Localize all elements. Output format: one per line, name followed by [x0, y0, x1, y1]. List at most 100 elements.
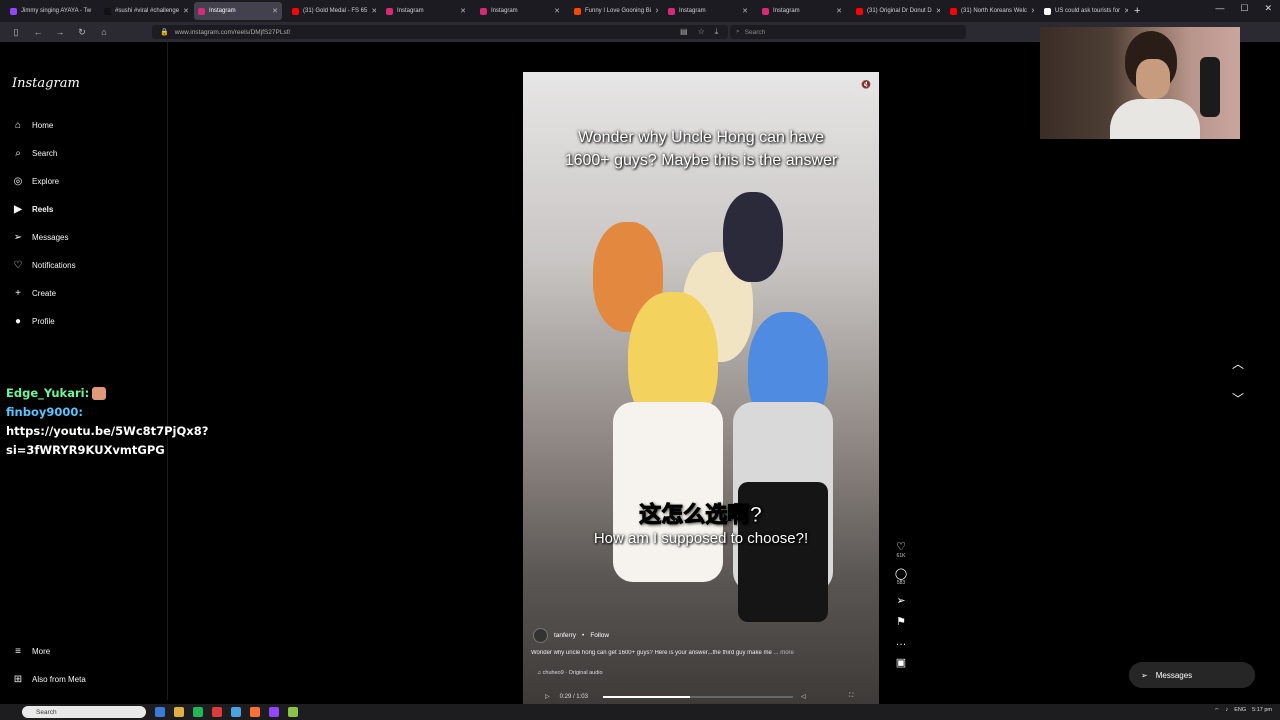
url-bar-actions: ▤ ☆ ⤓: [680, 27, 718, 37]
reader-icon[interactable]: ▤: [680, 27, 688, 37]
taskbar-search[interactable]: Search: [22, 706, 146, 718]
reels-icon: ▶: [14, 204, 22, 215]
video-progress-bar[interactable]: [603, 696, 793, 698]
maximize-icon[interactable]: ☐: [1240, 3, 1248, 14]
tab-title: US could ask tourists for: [1055, 8, 1121, 14]
mute-icon[interactable]: 🔇: [861, 80, 871, 89]
new-tab-icon[interactable]: +: [1134, 5, 1140, 17]
volume-icon[interactable]: ◁: [801, 693, 806, 700]
tab-title: Instagram: [773, 8, 800, 14]
sidebar-item-reels[interactable]: ▶ Reels: [12, 204, 53, 215]
instagram-logo[interactable]: Instagram: [12, 76, 80, 91]
close-tab-icon[interactable]: ✕: [936, 7, 940, 15]
browser-tab[interactable]: Instagram ✕: [664, 2, 752, 20]
close-tab-icon[interactable]: ✕: [371, 7, 376, 15]
sidebar-item-messages[interactable]: ➢ Messages: [12, 232, 69, 243]
file-explorer-icon[interactable]: [174, 707, 184, 717]
app-icon[interactable]: [212, 707, 222, 717]
home-browser-icon[interactable]: ⌂: [98, 27, 110, 37]
twitch-icon[interactable]: [269, 707, 279, 717]
save-action[interactable]: ⚑: [896, 615, 906, 628]
author-username[interactable]: tanferry: [554, 632, 576, 639]
spotify-icon[interactable]: [193, 707, 203, 717]
author-avatar[interactable]: [533, 628, 548, 643]
speaker-icon[interactable]: ♪: [1225, 707, 1228, 714]
more-link[interactable]: ... more: [774, 650, 794, 656]
compass-icon: ◎: [13, 176, 23, 187]
close-tab-icon[interactable]: ✕: [272, 7, 278, 15]
tab-title: Jimmy singing AYAYA - Tw: [21, 8, 92, 14]
browser-tab[interactable]: (31) Original Dr Donut D ✕: [852, 2, 940, 20]
sidebar-item-notifications[interactable]: ♡ Notifications: [12, 260, 76, 271]
play-icon[interactable]: ▷: [545, 693, 550, 700]
close-tab-icon[interactable]: ✕: [554, 7, 560, 15]
close-window-icon[interactable]: ✕: [1264, 3, 1272, 14]
sidebar-toggle-icon[interactable]: ▯: [10, 27, 22, 38]
tab-favicon-icon: [668, 7, 675, 15]
close-tab-icon[interactable]: ✕: [836, 7, 842, 15]
send-icon: ➢: [896, 595, 906, 607]
sidebar-item-create[interactable]: + Create: [12, 288, 56, 299]
close-tab-icon[interactable]: ✕: [655, 7, 658, 15]
emote-icon: [92, 387, 107, 400]
browser-tab[interactable]: Instagram ✕: [758, 2, 846, 20]
app-icon[interactable]: [231, 707, 241, 717]
browser-tab[interactable]: #sushi #viral #challenge ✕: [100, 2, 188, 20]
browser-tab[interactable]: Funny I Love Gooning Bi ✕: [570, 2, 658, 20]
audio-avatar[interactable]: ▣: [896, 656, 906, 669]
tab-favicon-icon: [480, 7, 487, 15]
close-tab-icon[interactable]: ✕: [460, 7, 466, 15]
browser-search-bar[interactable]: ⌕ Search: [730, 25, 966, 39]
sidebar-item-label: Also from Meta: [32, 675, 86, 684]
sidebar-item-home[interactable]: ⌂ Home: [12, 120, 53, 131]
browser-tab[interactable]: Instagram ✕: [476, 2, 564, 20]
browser-tab[interactable]: (31) North Koreans Welc ✕: [946, 2, 1034, 20]
browser-tab[interactable]: (31) Gold Medal - FS 65 ✕: [288, 2, 376, 20]
close-tab-icon[interactable]: ✕: [1124, 7, 1128, 15]
video-progress-fill: [603, 696, 691, 698]
language-indicator[interactable]: ENG: [1234, 707, 1246, 714]
app-icon[interactable]: [288, 707, 298, 717]
chat-username-2: finboy9000:: [6, 405, 83, 419]
fullscreen-icon[interactable]: ⛶: [849, 693, 853, 700]
firefox-icon[interactable]: [250, 707, 260, 717]
more-options[interactable]: …: [896, 636, 907, 648]
taskview-icon[interactable]: [155, 707, 165, 717]
sidebar-item-profile[interactable]: ● Profile: [12, 316, 55, 327]
minimize-icon[interactable]: —: [1215, 3, 1224, 14]
browser-tab[interactable]: Instagram ✕: [194, 2, 282, 20]
sidebar-item-search[interactable]: ⌕ Search: [12, 148, 57, 159]
follow-link[interactable]: Follow: [590, 632, 609, 639]
video-controls: ▷ 0:29 / 1:03 ◁ ⛶: [523, 688, 879, 705]
close-tab-icon[interactable]: ✕: [1031, 7, 1034, 15]
forward-icon[interactable]: →: [54, 27, 66, 37]
sidebar-item-more[interactable]: ≡ More: [12, 646, 50, 657]
browser-tab[interactable]: Jimmy singing AYAYA - Tw✕: [6, 2, 94, 20]
browser-tab[interactable]: US could ask tourists for ✕: [1040, 2, 1128, 20]
tab-favicon-icon: [762, 7, 769, 15]
reload-icon[interactable]: ↻: [76, 27, 88, 38]
sidebar-item-also-from-meta[interactable]: ⊞ Also from Meta: [12, 674, 86, 685]
lock-icon: 🔒: [160, 29, 169, 36]
sidebar-item-explore[interactable]: ◎ Explore: [12, 176, 60, 187]
network-icon[interactable]: ⌔: [1214, 707, 1219, 714]
bookmark-star-icon[interactable]: ☆: [698, 27, 705, 37]
download-icon[interactable]: ⤓: [715, 27, 719, 37]
tab-title: #sushi #viral #challenge: [115, 8, 180, 14]
previous-reel-icon[interactable]: ︿: [1232, 355, 1244, 372]
messages-button[interactable]: ➢ Messages: [1129, 662, 1255, 688]
url-bar[interactable]: 🔒 www.instagram.com/reels/DMjfS27PLsf/: [152, 25, 728, 39]
like-action[interactable]: ♡ 61K: [896, 540, 906, 559]
tab-title: Instagram: [397, 8, 424, 14]
browser-tab[interactable]: Instagram ✕: [382, 2, 470, 20]
reel-video[interactable]: 🔇 Wonder why Uncle Hong can have 1600+ g…: [523, 72, 879, 705]
next-reel-icon[interactable]: ﹀: [1232, 390, 1244, 407]
reel-audio[interactable]: ♫ chuheo9 · Original audio: [537, 670, 603, 676]
back-icon[interactable]: ←: [32, 27, 44, 37]
share-action[interactable]: ➢: [896, 594, 905, 607]
close-tab-icon[interactable]: ✕: [183, 7, 188, 15]
clock[interactable]: 5:17 pm: [1252, 707, 1272, 714]
reel-caption-chinese: 这怎么选啊?: [639, 502, 763, 528]
close-tab-icon[interactable]: ✕: [742, 7, 748, 15]
comment-action[interactable]: ◯ 583: [895, 567, 907, 586]
